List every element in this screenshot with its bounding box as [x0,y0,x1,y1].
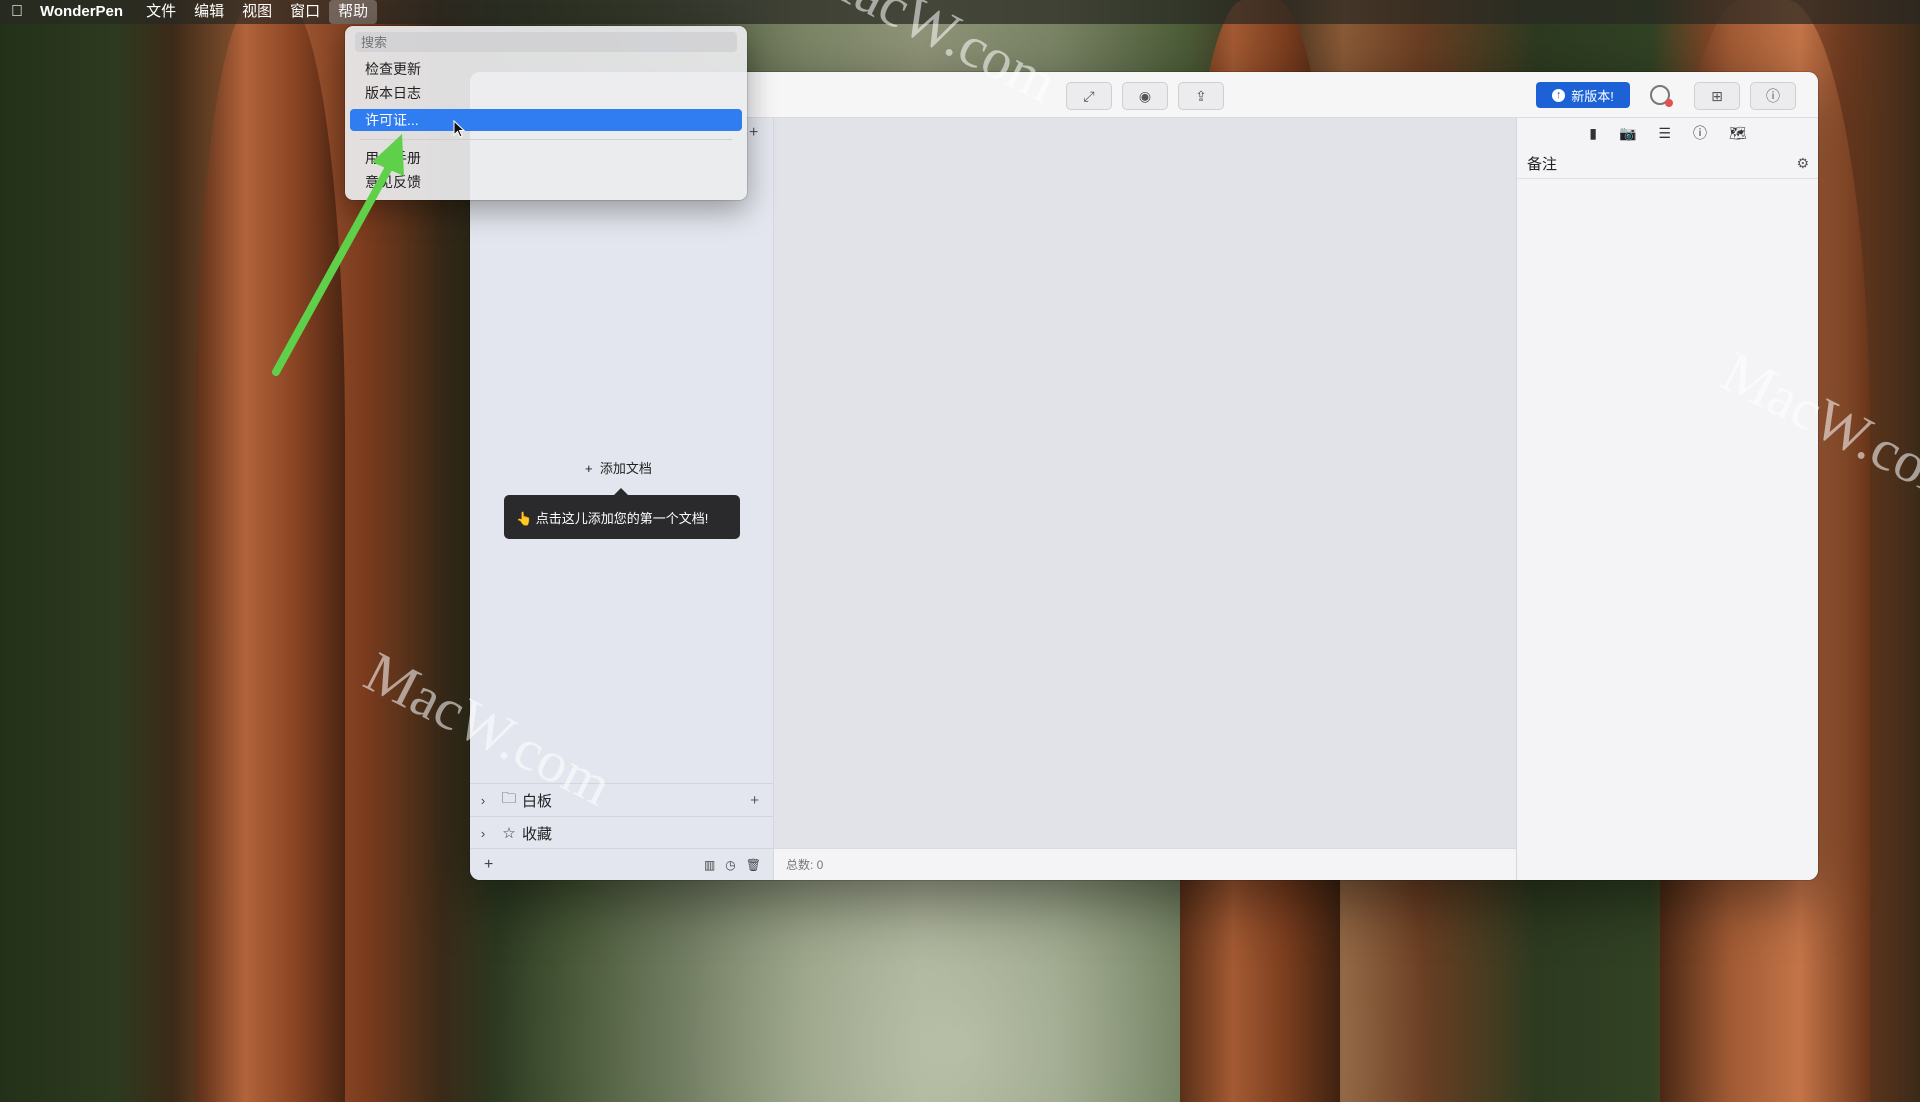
mouse-cursor-icon [453,120,466,138]
annotation-arrow-icon [272,134,404,376]
